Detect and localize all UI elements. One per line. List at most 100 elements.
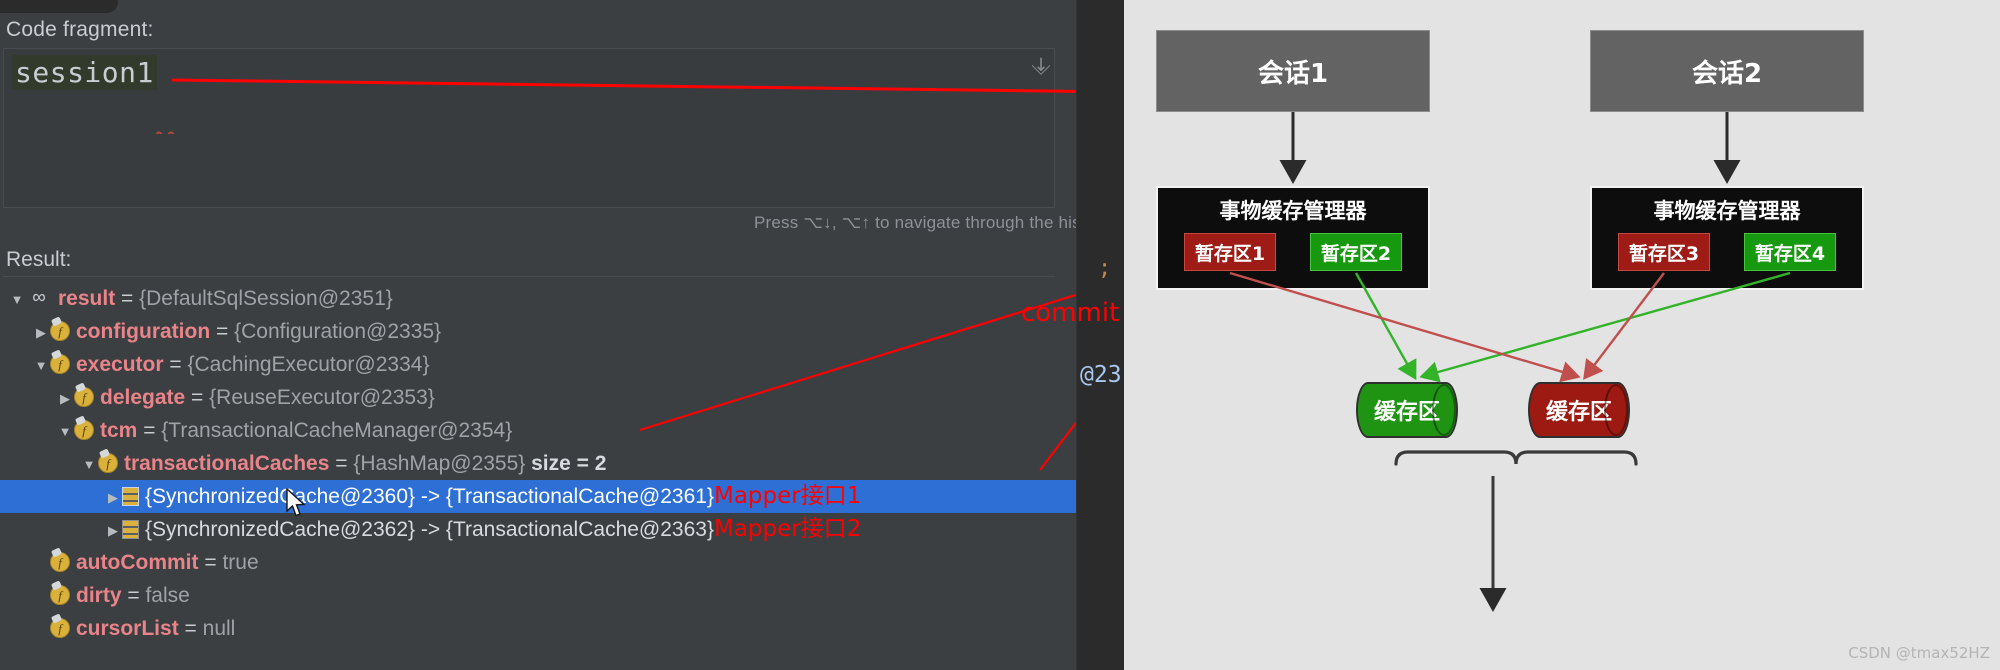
tree-row-name: cursorList	[76, 617, 179, 640]
staging-area-3: 暂存区3	[1618, 233, 1710, 271]
tree-row-annotation: Mapper接口1	[713, 483, 862, 509]
field-icon: f	[50, 618, 70, 639]
result-label: Result:	[6, 248, 72, 271]
transactional-cache-manager-1-title: 事物缓存管理器	[1219, 199, 1367, 223]
tree-row-value: false	[145, 584, 190, 607]
field-icon: f	[50, 354, 70, 375]
tree-row-name: tcm	[100, 419, 138, 442]
chevron-down-icon[interactable]: ▼	[8, 283, 26, 316]
tree-row[interactable]: ▼ f transactionalCaches = {HashMap@2355} s…	[0, 447, 1124, 480]
tree-row[interactable]: ▶ {SynchronizedCache@2362} -> {Transactio…	[0, 513, 1124, 546]
cache-cylinder-red-label: 缓存区	[1545, 400, 1612, 425]
editor-peek-selected-text: @23	[1080, 362, 1122, 388]
tree-row-name: dirty	[76, 584, 122, 607]
chevron-right-icon[interactable]: ▶	[104, 514, 122, 547]
session-box-1-label: 会话1	[1257, 58, 1329, 89]
field-icon: f	[74, 420, 94, 441]
editor-peek-strip	[1076, 0, 1124, 670]
tree-row-name: autoCommit	[76, 551, 199, 574]
tree-row-name: result	[58, 287, 116, 310]
tree-row[interactable]: ▼ f tcm = {TransactionalCacheManager@2354}	[0, 414, 1124, 447]
field-icon: f	[98, 453, 118, 474]
tree-row[interactable]: ▶ f configuration = {Configuration@2335}	[0, 315, 1124, 348]
field-icon: f	[50, 552, 70, 573]
chevron-right-icon[interactable]: ▶	[56, 382, 74, 415]
glasses-icon: ∞	[32, 287, 46, 309]
staging-area-3-label: 暂存区3	[1628, 242, 1700, 265]
tree-row-equals: =	[210, 320, 235, 343]
tree-row-name: delegate	[100, 386, 186, 409]
panel-tab-nub	[0, 0, 118, 13]
chevron-right-icon: ▶	[32, 547, 50, 580]
session-box-2: 会话2	[1590, 30, 1864, 112]
field-icon: f	[50, 585, 70, 606]
code-fragment-label: Code fragment:	[6, 18, 154, 41]
chevron-down-icon[interactable]: ▼	[32, 349, 50, 382]
chevron-right-icon[interactable]: ▶	[32, 316, 50, 349]
cache-cylinder-green: 缓存区	[1356, 382, 1458, 438]
chevron-down-icon[interactable]: ▼	[80, 448, 98, 481]
tree-row[interactable]: ▶fdirty = false	[0, 579, 1124, 612]
staging-area-2-label: 暂存区2	[1320, 242, 1392, 265]
tree-row-equals: =	[121, 584, 146, 607]
tree-row-value: {SynchronizedCache@2360} -> {Transaction…	[145, 485, 714, 508]
tree-row-value: {TransactionalCacheManager@2354}	[161, 419, 513, 442]
history-navigation-hint: Press ⌥↓, ⌥↑ to navigate through the his…	[753, 213, 1110, 232]
chevron-right-icon[interactable]: ▶	[104, 481, 122, 514]
tree-row-name: transactionalCaches	[124, 452, 330, 475]
editor-peek-semicolon: ;	[1098, 256, 1112, 281]
tree-row-value: {ReuseExecutor@2353}	[209, 386, 435, 409]
tree-row-value: {Configuration@2335}	[234, 320, 442, 343]
code-fragment-value: session1	[12, 55, 157, 90]
cache-cylinder-green-label: 缓存区	[1373, 400, 1440, 425]
cache-cylinder-red: 缓存区	[1528, 382, 1630, 438]
tree-row[interactable]: ▶ {SynchronizedCache@2360} -> {Transactio…	[0, 480, 1124, 513]
tree-row-equals: =	[329, 452, 354, 475]
tree-row[interactable]: ▼ f executor = {CachingExecutor@2334}	[0, 348, 1124, 381]
staging-area-4-label: 暂存区4	[1754, 242, 1826, 265]
tree-row-equals: =	[178, 617, 203, 640]
csdn-watermark: CSDN @tmax52HZ	[1848, 644, 1990, 662]
session-box-1: 会话1	[1156, 30, 1430, 112]
tree-row-value: null	[202, 617, 236, 640]
tree-row-value: {CachingExecutor@2334}	[187, 353, 430, 376]
tree-row-size: size = 2	[525, 452, 607, 475]
session-box-2-label: 会话2	[1691, 58, 1763, 89]
entry-icon	[122, 486, 139, 506]
mouse-cursor-icon	[286, 487, 308, 525]
transactional-cache-manager-2-title: 事物缓存管理器	[1653, 199, 1801, 223]
tree-row-value: {DefaultSqlSession@2351}	[139, 287, 393, 310]
commit-annotation-label: commit	[1021, 298, 1120, 328]
chevron-right-icon: ▶	[32, 580, 50, 613]
tree-row[interactable]: ▶ f delegate = {ReuseExecutor@2353}	[0, 381, 1124, 414]
chevron-down-icon[interactable]: ▼	[56, 415, 74, 448]
code-fragment-input[interactable]: session1 ⇲	[3, 48, 1055, 208]
staging-area-1-label: 暂存区1	[1194, 242, 1266, 265]
tree-row-name: executor	[76, 353, 164, 376]
tree-row-equals: =	[137, 419, 162, 442]
staging-area-4: 暂存区4	[1744, 233, 1836, 271]
error-squiggle	[156, 125, 178, 134]
tree-row-value: {HashMap@2355}	[353, 452, 526, 475]
tree-row-annotation: Mapper接口2	[713, 516, 862, 542]
staging-area-1: 暂存区1	[1184, 233, 1276, 271]
tree-row-equals: =	[115, 287, 140, 310]
result-tree[interactable]: ▼ ∞ result = {DefaultSqlSession@2351} ▶ f con…	[0, 282, 1124, 645]
tree-row-value: {SynchronizedCache@2362} -> {Transaction…	[145, 518, 714, 541]
cache-architecture-diagram: 会话1 会话2 事物缓存管理器 暂存区1 暂存区2 事物缓存管理器 暂存区3 暂…	[1124, 0, 2000, 670]
field-icon: f	[74, 387, 94, 408]
entry-icon	[122, 519, 139, 539]
tree-row[interactable]: ▶f cursorList = null	[0, 612, 1124, 645]
chevron-right-icon: ▶	[32, 613, 50, 646]
resize-grip-icon[interactable]: ⇲	[1028, 54, 1053, 79]
tree-row-equals: =	[185, 386, 210, 409]
evaluate-expression-panel: Code fragment: session1 ⇲ Press ⌥↓, ⌥↑ t…	[0, 0, 1124, 670]
tree-row-equals: =	[198, 551, 223, 574]
field-icon: f	[50, 321, 70, 342]
tree-row[interactable]: ▼ ∞ result = {DefaultSqlSession@2351}	[0, 282, 1124, 315]
tree-row[interactable]: ▶f autoCommit = true	[0, 546, 1124, 579]
tree-row-value: true	[222, 551, 259, 574]
tree-row-name: configuration	[76, 320, 211, 343]
result-divider	[3, 276, 1055, 277]
staging-area-2: 暂存区2	[1310, 233, 1402, 271]
